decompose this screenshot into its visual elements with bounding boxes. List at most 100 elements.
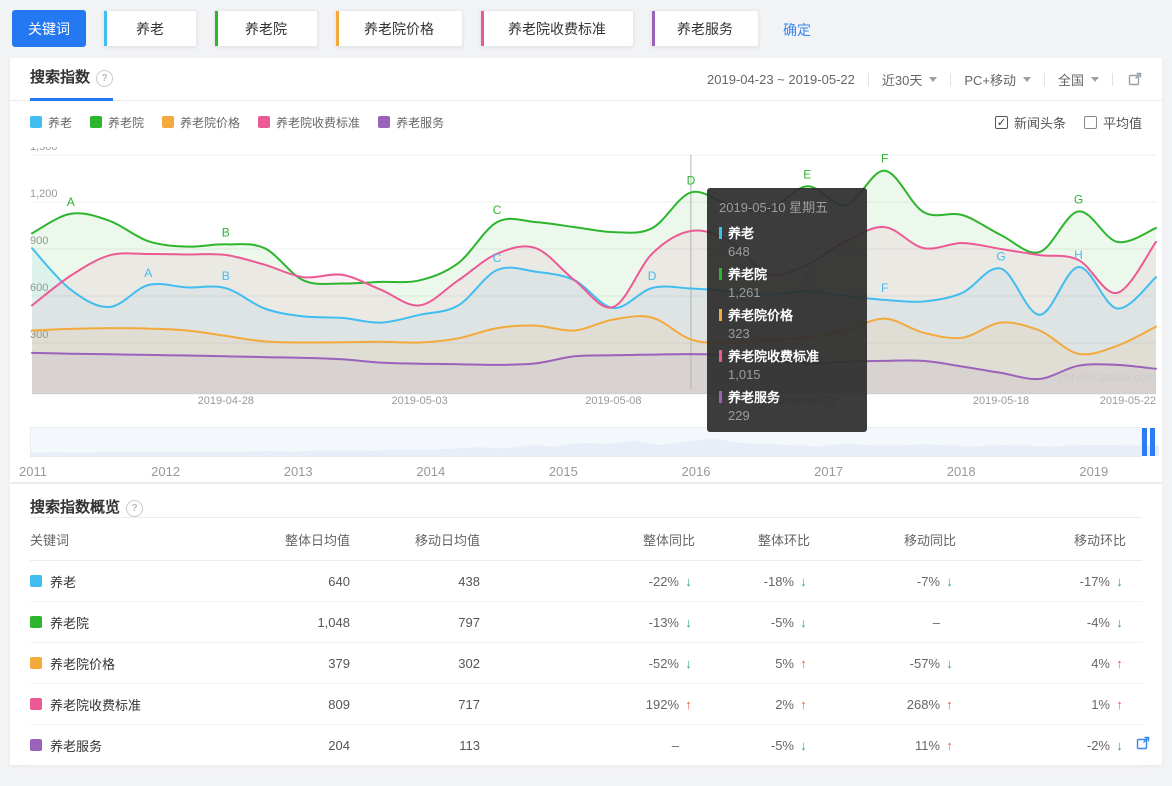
export-link-icon[interactable] <box>1136 736 1150 755</box>
timeline-sparkline <box>31 438 1159 456</box>
keyword-color-bar <box>652 11 655 46</box>
year-label: 2016 <box>681 464 711 479</box>
device-dropdown[interactable]: PC+移动 <box>964 70 1031 89</box>
keyword-text: 养老院价格 <box>364 20 434 37</box>
confirm-button[interactable]: 确定 <box>783 20 811 40</box>
mobile-avg-value: 302 <box>458 655 480 671</box>
tab-search-index[interactable]: 搜索指数 <box>30 58 114 101</box>
table-header: 关键词 整体日均值 移动日均值 整体同比 整体环比 移动同比 移动环比 <box>30 518 1142 561</box>
external-link-icon[interactable] <box>1128 72 1142 86</box>
timeline-year-axis: 2011 2012 2013 2014 2015 2016 2017 2018 2019 <box>19 461 1142 483</box>
keyword-bar: 关键词 养老 养老院 养老院价格 养老院收费标准 养老服务 确定 <box>0 0 1172 58</box>
overall-avg-value: 379 <box>328 655 350 671</box>
keyword-color-chip <box>30 657 42 669</box>
tooltip-color-bar <box>719 267 722 280</box>
trend-arrow: ↓ <box>800 614 807 630</box>
mobile-avg-value: 438 <box>458 573 480 589</box>
yoy-mobile-value: – <box>932 614 940 630</box>
keyword-input-5[interactable]: 养老服务 <box>651 10 759 47</box>
table-row: 养老院价格 379 302 -52% ↓ 5% ↑ -57% ↓ 4% ↑ <box>30 643 1142 684</box>
trend-arrow: ↓ <box>1116 737 1123 753</box>
keyword-color-bar <box>336 11 339 46</box>
legend-swatch <box>162 116 175 128</box>
region-dropdown[interactable]: 全国 <box>1058 70 1099 89</box>
yoy-all-value: -13% ↓ <box>480 615 695 630</box>
tooltip-value: 1,261 <box>728 285 761 300</box>
legend-swatch <box>258 116 271 128</box>
keyword-color-bar <box>215 11 218 46</box>
yoy-all-value: -52% ↓ <box>480 656 695 671</box>
legend-item[interactable]: 养老院 <box>90 114 144 131</box>
trend-chart[interactable]: 3006009001,2001,500ABCDEFGHABCDEFG2019-0… <box>30 141 1160 409</box>
svg-text:F: F <box>881 152 888 166</box>
trend-arrow: ↓ <box>800 573 807 589</box>
table-row: 养老 640 438 -22% ↓ -18% ↓ -7% ↓ -17% ↓ <box>30 561 1142 602</box>
trend-arrow: ↑ <box>946 696 953 712</box>
trend-arrow: ↓ <box>946 655 953 671</box>
overview-title: 搜索指数概览 <box>30 499 121 516</box>
legend-item[interactable]: 养老 <box>30 114 72 131</box>
year-label: 2011 <box>19 464 47 479</box>
mom-mobile-value: 4% ↑ <box>956 656 1142 671</box>
divider <box>1043 72 1045 86</box>
slider-handle-left[interactable] <box>1142 428 1147 456</box>
trend-arrow: ↓ <box>685 655 692 671</box>
legend-item[interactable]: 养老服务 <box>378 114 444 131</box>
average-checkbox[interactable]: 平均值 <box>1083 113 1142 132</box>
help-icon[interactable] <box>96 69 114 87</box>
mom-mobile-value: -17% ↓ <box>956 574 1142 589</box>
divider <box>867 72 869 86</box>
mom-mobile-value: -4% ↓ <box>956 615 1142 630</box>
tooltip-color-bar <box>719 390 722 403</box>
yoy-all-value: 192% ↑ <box>480 697 695 712</box>
overall-avg-value: 204 <box>328 737 350 753</box>
svg-text:1,500: 1,500 <box>30 147 58 153</box>
svg-text:A: A <box>144 266 152 280</box>
svg-text:2019-04-28: 2019-04-28 <box>198 395 254 407</box>
year-label: 2017 <box>814 464 844 479</box>
tooltip-date: 2019-05-10 星期五 <box>719 200 829 215</box>
tooltip-color-bar <box>719 349 722 362</box>
chevron-down-icon <box>1091 76 1099 86</box>
yoy-mobile-value: 268% ↑ <box>810 697 956 712</box>
trend-arrow: ↑ <box>685 696 692 712</box>
keyword-input-1[interactable]: 养老 <box>103 10 197 47</box>
slider-handle-right[interactable] <box>1150 428 1155 456</box>
trend-arrow: ↓ <box>1116 614 1123 630</box>
keyword-input-2[interactable]: 养老院 <box>214 10 318 47</box>
svg-text:2019-05-03: 2019-05-03 <box>391 395 447 407</box>
year-label: 2012 <box>151 464 181 479</box>
mom-mobile-value: 1% ↑ <box>956 697 1142 712</box>
chevron-down-icon <box>929 76 938 86</box>
news-headline-checkbox[interactable]: 新闻头条 <box>994 113 1066 132</box>
yoy-mobile-value: -57% ↓ <box>810 656 956 671</box>
svg-text:D: D <box>687 173 696 187</box>
keyword-input-4[interactable]: 养老院收费标准 <box>480 10 634 47</box>
svg-text:2019-05-18: 2019-05-18 <box>973 395 1029 407</box>
range-dropdown[interactable]: 近30天 <box>882 70 938 89</box>
svg-text:C: C <box>493 251 502 265</box>
trend-arrow: ↑ <box>800 696 807 712</box>
chart-controls: 2019-04-23 ~ 2019-05-22 近30天 PC+移动 全国 <box>707 70 1142 89</box>
keyword-color-chip <box>30 698 42 710</box>
legend-item[interactable]: 养老院收费标准 <box>258 114 360 131</box>
help-icon[interactable] <box>126 500 144 517</box>
col-mom-all: 整体环比 <box>757 532 810 548</box>
trend-arrow: ↑ <box>1116 655 1123 671</box>
keyword-label-button[interactable]: 关键词 <box>12 10 86 47</box>
svg-text:G: G <box>1074 192 1083 206</box>
timeline-slider[interactable] <box>30 427 1159 457</box>
trend-arrow: ↓ <box>685 573 692 589</box>
keyword-input-3[interactable]: 养老院价格 <box>335 10 463 47</box>
keyword-name: 养老院价格 <box>50 656 116 672</box>
svg-text:G: G <box>996 250 1005 264</box>
tooltip-item: 养老服务 229 <box>719 387 855 423</box>
keyword-name: 养老 <box>50 574 77 590</box>
chevron-down-icon <box>1022 76 1031 86</box>
legend-item[interactable]: 养老院价格 <box>162 114 240 131</box>
yoy-all-value: – <box>671 737 679 753</box>
search-index-panel: 搜索指数 2019-04-23 ~ 2019-05-22 近30天 PC+移动 … <box>10 58 1162 482</box>
trend-arrow: ↓ <box>800 737 807 753</box>
checkbox-checked-icon <box>994 115 1008 129</box>
chart-checkboxes: 新闻头条 平均值 <box>977 113 1142 132</box>
